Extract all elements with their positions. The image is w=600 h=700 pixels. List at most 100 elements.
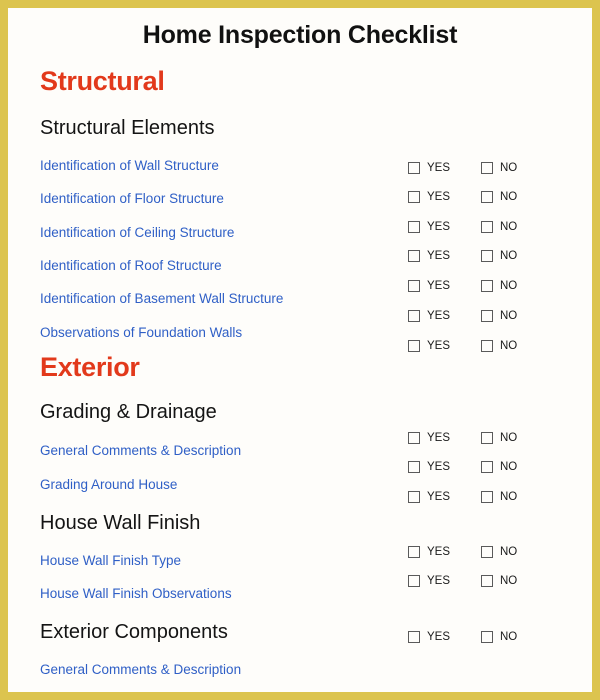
checklist-item-label[interactable]: General Comments & Description	[40, 662, 241, 677]
page-title: Home Inspection Checklist	[142, 21, 458, 49]
answer-row: YES NO	[405, 488, 555, 506]
answer-row: YES NO	[405, 543, 555, 561]
checkbox-yes[interactable]	[408, 575, 420, 587]
no-choice[interactable]: NO	[481, 488, 517, 506]
no-label: NO	[500, 546, 518, 558]
yes-label: YES	[427, 432, 451, 444]
yes-label: YES	[427, 280, 451, 292]
checkbox-yes[interactable]	[408, 310, 420, 322]
checklist-item-label[interactable]: Observations of Foundation Walls	[40, 325, 242, 340]
group-heading-grading-drainage: Grading & Drainage	[40, 401, 217, 423]
checkbox-no[interactable]	[481, 491, 493, 503]
checklist-item-label[interactable]: House Wall Finish Type	[40, 553, 181, 568]
group-heading-structural-elements: Structural Elements	[40, 117, 215, 139]
yes-choice[interactable]: YES	[408, 218, 450, 236]
group-heading-house-wall-finish: House Wall Finish	[40, 512, 201, 534]
no-label: NO	[500, 250, 518, 262]
yes-choice[interactable]: YES	[408, 247, 450, 265]
no-choice[interactable]: NO	[481, 159, 517, 177]
checklist-item-label[interactable]: Identification of Basement Wall Structur…	[40, 291, 283, 306]
checkbox-no[interactable]	[481, 575, 493, 587]
checkbox-yes[interactable]	[408, 491, 420, 503]
checkbox-no[interactable]	[481, 461, 493, 473]
answer-row: YES NO	[405, 628, 555, 646]
yes-choice[interactable]: YES	[408, 429, 450, 447]
checkbox-no[interactable]	[481, 340, 493, 352]
section-heading-exterior: Exterior	[40, 352, 140, 382]
checklist-item-label[interactable]: Identification of Roof Structure	[40, 258, 222, 273]
checkbox-no[interactable]	[481, 432, 493, 444]
checkbox-yes[interactable]	[408, 340, 420, 352]
yes-label: YES	[427, 575, 451, 587]
yes-choice[interactable]: YES	[408, 572, 450, 590]
checkbox-yes[interactable]	[408, 546, 420, 558]
no-choice[interactable]: NO	[481, 572, 517, 590]
yes-choice[interactable]: YES	[408, 277, 450, 295]
checklist-item-label[interactable]: General Comments & Description	[40, 443, 241, 458]
checkbox-no[interactable]	[481, 546, 493, 558]
no-choice[interactable]: NO	[481, 337, 517, 355]
checkbox-yes[interactable]	[408, 250, 420, 262]
no-choice[interactable]: NO	[481, 277, 517, 295]
no-choice[interactable]: NO	[481, 188, 517, 206]
no-choice[interactable]: NO	[481, 458, 517, 476]
answer-row: YES NO	[405, 159, 555, 177]
yes-label: YES	[427, 461, 451, 473]
checkbox-yes[interactable]	[408, 162, 420, 174]
yes-label: YES	[427, 250, 451, 262]
checklist-item-label[interactable]: House Wall Finish Observations	[40, 586, 232, 601]
checkbox-no[interactable]	[481, 221, 493, 233]
group-heading-exterior-components: Exterior Components	[40, 621, 228, 643]
no-label: NO	[500, 461, 518, 473]
checkbox-no[interactable]	[481, 280, 493, 292]
yes-label: YES	[427, 162, 451, 174]
checklist-item-label[interactable]: Grading Around House	[40, 477, 177, 492]
checkbox-yes[interactable]	[408, 191, 420, 203]
no-choice[interactable]: NO	[481, 628, 517, 646]
yes-label: YES	[427, 221, 451, 233]
no-label: NO	[500, 221, 518, 233]
no-choice[interactable]: NO	[481, 218, 517, 236]
no-label: NO	[500, 162, 518, 174]
answer-row: YES NO	[405, 247, 555, 265]
checkbox-no[interactable]	[481, 191, 493, 203]
checkbox-yes[interactable]	[408, 221, 420, 233]
checklist-item-label[interactable]: Identification of Ceiling Structure	[40, 225, 234, 240]
checkbox-no[interactable]	[481, 250, 493, 262]
checkbox-yes[interactable]	[408, 280, 420, 292]
answer-row: YES NO	[405, 572, 555, 590]
answer-row: YES NO	[405, 188, 555, 206]
no-label: NO	[500, 491, 518, 503]
checklist-content: Home Inspection Checklist Structural Str…	[0, 0, 600, 700]
no-choice[interactable]: NO	[481, 247, 517, 265]
answer-row: YES NO	[405, 429, 555, 447]
yes-choice[interactable]: YES	[408, 307, 450, 325]
checkbox-no[interactable]	[481, 310, 493, 322]
checkbox-no[interactable]	[481, 162, 493, 174]
no-choice[interactable]: NO	[481, 543, 517, 561]
yes-choice[interactable]: YES	[408, 543, 450, 561]
answer-row: YES NO	[405, 277, 555, 295]
yes-choice[interactable]: YES	[408, 337, 450, 355]
yes-choice[interactable]: YES	[408, 488, 450, 506]
yes-choice[interactable]: YES	[408, 159, 450, 177]
no-label: NO	[500, 340, 518, 352]
checkbox-no[interactable]	[481, 631, 493, 643]
yes-choice[interactable]: YES	[408, 188, 450, 206]
checkbox-yes[interactable]	[408, 432, 420, 444]
yes-choice[interactable]: YES	[408, 628, 450, 646]
no-label: NO	[500, 631, 518, 643]
yes-label: YES	[427, 546, 451, 558]
answer-row: YES NO	[405, 218, 555, 236]
section-heading-structural: Structural	[40, 66, 165, 96]
yes-choice[interactable]: YES	[408, 458, 450, 476]
no-choice[interactable]: NO	[481, 429, 517, 447]
no-label: NO	[500, 310, 518, 322]
no-choice[interactable]: NO	[481, 307, 517, 325]
checkbox-yes[interactable]	[408, 631, 420, 643]
checklist-item-label[interactable]: Identification of Floor Structure	[40, 191, 224, 206]
yes-label: YES	[427, 631, 451, 643]
yes-label: YES	[427, 310, 451, 322]
checkbox-yes[interactable]	[408, 461, 420, 473]
checklist-item-label[interactable]: Identification of Wall Structure	[40, 158, 219, 173]
